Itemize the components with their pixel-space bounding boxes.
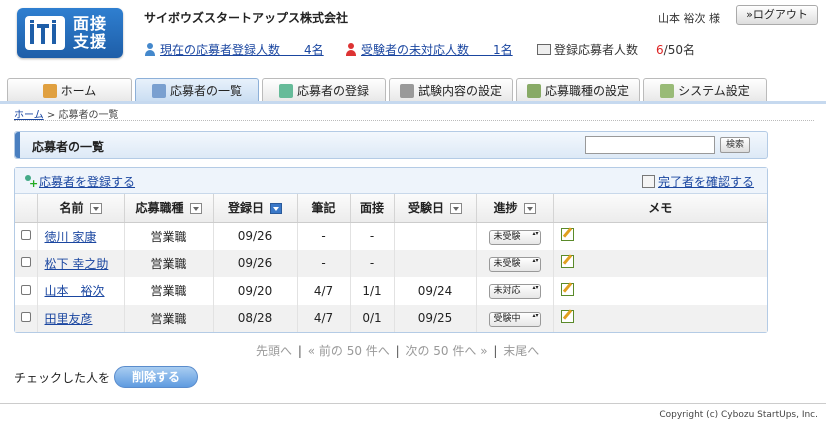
stat-registered-link[interactable]: 現在の応募者登録人数 4名 xyxy=(160,41,324,58)
tab-home[interactable]: ホーム xyxy=(7,78,132,102)
table-header-row: 名前 応募職種 登録日 筆記 面接 受験日 進捗 メモ xyxy=(15,194,767,223)
edit-memo-icon[interactable] xyxy=(560,255,574,269)
table-row: 田里友彦 営業職 08/28 4/7 0/1 09/25 受験中 xyxy=(15,304,767,332)
table-row: 徳川 家康 営業職 09/26 - - 未受験 xyxy=(15,222,767,250)
pagination: 先頭へ | « 前の 50 件へ | 次の 50 件へ » | 末尾へ xyxy=(256,344,540,358)
row-checkbox[interactable] xyxy=(20,230,31,240)
applicant-name-link[interactable]: 田里友彦 xyxy=(45,312,93,326)
user-icon xyxy=(144,43,157,56)
sort-exam-date-icon[interactable] xyxy=(450,203,462,215)
logout-button[interactable]: »ログアウト xyxy=(736,5,818,25)
stat-registered[interactable]: 現在の応募者登録人数 4名 xyxy=(144,41,324,58)
add-applicant-link[interactable]: 応募者を登録する xyxy=(23,173,135,190)
add-user-icon xyxy=(278,83,293,98)
edit-memo-icon[interactable] xyxy=(560,310,574,324)
edit-memo-icon[interactable] xyxy=(560,228,574,241)
clipboard-icon xyxy=(399,83,414,98)
header-exam-date: 受験日 xyxy=(394,194,477,223)
page-title: 応募者の一覧 xyxy=(32,140,105,154)
tab-system-settings[interactable]: システム設定 xyxy=(643,78,767,102)
add-user-icon xyxy=(23,175,38,190)
user-alert-icon xyxy=(345,43,358,56)
pager-prev: « 前の 50 件へ xyxy=(307,344,390,358)
applicant-list-panel: 応募者を登録する 完了者を確認する 名前 応募職種 登録日 筆記 面接 受験日 … xyxy=(14,167,768,333)
header-interview: 面接 xyxy=(350,194,395,223)
table-row: 松下 幸之助 営業職 09/26 - - 未受験 xyxy=(15,249,767,277)
header-name: 名前 xyxy=(37,194,125,223)
edit-memo-icon[interactable] xyxy=(560,282,574,296)
home-icon xyxy=(42,83,57,98)
stat-unhandled-link[interactable]: 受験者の未対応人数 1名 xyxy=(361,41,513,58)
header-checkbox xyxy=(15,194,38,223)
divider xyxy=(14,120,814,121)
table-row: 山本 裕次 営業職 09/20 4/7 1/1 09/24 未対応 xyxy=(15,277,767,305)
header-date: 登録日 xyxy=(213,194,298,223)
logo-mark-icon xyxy=(25,16,65,50)
row-checkbox[interactable] xyxy=(20,257,31,268)
applicant-name-link[interactable]: 松下 幸之助 xyxy=(45,257,109,271)
tab-applicant-list[interactable]: 応募者の一覧 xyxy=(135,78,259,102)
checked-label: チェックした人を xyxy=(14,371,111,385)
header-written: 筆記 xyxy=(297,194,351,223)
header-status: 進捗 xyxy=(476,194,554,223)
app-logo[interactable]: 面接 支援 xyxy=(17,8,123,58)
users-icon xyxy=(151,83,166,98)
row-checkbox[interactable] xyxy=(20,312,31,323)
title-panel: 応募者の一覧 検索 xyxy=(14,131,768,159)
status-select[interactable]: 未対応 xyxy=(488,284,541,300)
sort-job-icon[interactable] xyxy=(189,203,202,215)
tab-job-settings[interactable]: 応募職種の設定 xyxy=(516,78,640,102)
tab-exam-settings[interactable]: 試験内容の設定 xyxy=(389,78,513,102)
pager-first: 先頭へ xyxy=(256,344,293,358)
header-memo: メモ xyxy=(553,194,767,223)
stat-total-rest: /50名 xyxy=(663,43,695,57)
breadcrumb: ホーム > 応募者の一覧 xyxy=(14,110,119,121)
tab-applicant-register[interactable]: 応募者の登録 xyxy=(262,78,386,102)
pager-next: 次の 50 件へ » xyxy=(405,344,488,358)
row-checkbox[interactable] xyxy=(20,284,31,295)
search-button[interactable]: 検索 xyxy=(720,137,750,153)
wrench-icon xyxy=(660,83,675,98)
status-select[interactable]: 未受験 xyxy=(488,229,541,245)
user-name: 山本 裕次 様 xyxy=(658,12,720,25)
pager-last: 末尾へ xyxy=(503,344,540,358)
book-icon xyxy=(526,83,541,98)
applicant-name-link[interactable]: 山本 裕次 xyxy=(45,284,105,298)
header-job: 応募職種 xyxy=(124,194,214,223)
sort-date-icon[interactable] xyxy=(270,203,282,215)
sort-status-icon[interactable] xyxy=(523,203,536,215)
copyright: Copyright (c) Cybozu StartUps, Inc. xyxy=(659,410,818,420)
tab-underline xyxy=(0,101,826,104)
sort-name-icon[interactable] xyxy=(89,203,102,215)
status-select[interactable]: 受験中 xyxy=(488,311,541,327)
view-completed-link[interactable]: 完了者を確認する xyxy=(642,173,754,190)
status-select[interactable]: 未受験 xyxy=(488,256,541,272)
logo-text: 面接 支援 xyxy=(73,14,108,51)
footer-divider xyxy=(0,403,826,404)
company-name: サイボウズスタートアップス株式会社 xyxy=(144,11,349,25)
document-icon xyxy=(537,44,551,55)
stat-total: 登録応募者人数 6/50名 xyxy=(537,41,695,58)
main-tabs: ホーム 応募者の一覧 応募者の登録 試験内容の設定 応募職種の設定 システム設定 xyxy=(7,78,770,102)
delete-button[interactable]: 削除する xyxy=(114,366,198,388)
applicant-table: 名前 応募職種 登録日 筆記 面接 受験日 進捗 メモ 徳川 家康 営業職 09… xyxy=(15,194,767,332)
stat-unhandled[interactable]: 受験者の未対応人数 1名 xyxy=(345,41,513,58)
search-input[interactable] xyxy=(585,136,715,154)
list-toolbar: 応募者を登録する 完了者を確認する xyxy=(15,168,767,194)
stat-total-current: 6 xyxy=(656,42,664,57)
search-doc-icon xyxy=(642,175,655,188)
applicant-name-link[interactable]: 徳川 家康 xyxy=(45,230,97,244)
